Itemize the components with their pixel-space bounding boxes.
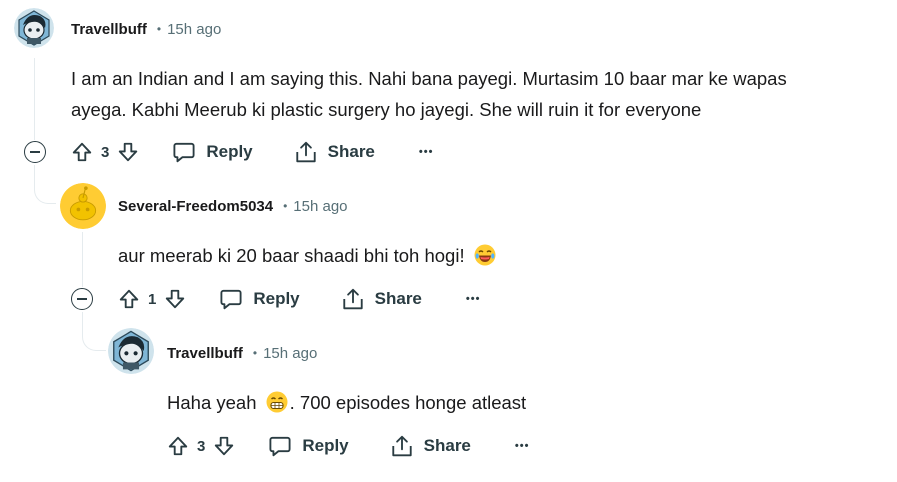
more-options-button[interactable]: ••• [419, 146, 434, 158]
thread-curve-2 [82, 325, 106, 351]
share-button[interactable]: Share [341, 287, 422, 311]
share-label: Share [327, 142, 375, 161]
timestamp[interactable]: 15h ago [293, 198, 347, 215]
reply-icon [219, 287, 243, 311]
comment-text: aur meerab ki 20 baar shaadi bhi toh hog… [118, 245, 465, 266]
share-icon [294, 140, 318, 164]
comment-body: I am an Indian and I am saying this. Nah… [71, 63, 891, 125]
upvote-button[interactable] [167, 435, 189, 457]
comment-body: Haha yeah . 700 episodes honge atleast [167, 387, 867, 418]
downvote-icon [213, 435, 235, 457]
comment-line: ayega. Kabhi Meerub ki plastic surgery h… [71, 99, 702, 120]
comment-meta: Several-Freedom5034 • 15h ago [118, 195, 348, 217]
comment-line: I am an Indian and I am saying this. Nah… [71, 68, 787, 89]
comment-actions: 3 Reply Share ••• [71, 136, 433, 168]
upvote-button[interactable] [118, 288, 140, 310]
vote-count: 1 [148, 290, 157, 308]
downvote-button[interactable] [117, 141, 139, 163]
comment-text: . 700 episodes honge atleast [289, 392, 527, 413]
author-name[interactable]: Several-Freedom5034 [118, 198, 273, 215]
collapse-thread-button[interactable] [24, 141, 46, 163]
reply-label: Reply [302, 436, 349, 455]
share-label: Share [374, 289, 422, 308]
thread-curve-1 [34, 180, 56, 204]
comment-text: Haha yeah [167, 392, 257, 413]
meta-separator: • [283, 199, 288, 213]
reply-icon [268, 434, 292, 458]
reply-label: Reply [253, 289, 300, 308]
collapse-thread-button[interactable] [71, 288, 93, 310]
upvote-button[interactable] [71, 141, 93, 163]
thread-line-1 [34, 58, 35, 140]
share-button[interactable]: Share [390, 434, 471, 458]
author-name[interactable]: Travellbuff [71, 21, 147, 38]
share-label: Share [423, 436, 471, 455]
comment-actions: 3 Reply Share ••• [167, 430, 529, 462]
author-name[interactable]: Travellbuff [167, 345, 243, 362]
meta-separator: • [252, 346, 258, 360]
comment-meta: Travellbuff • 15h ago [167, 342, 317, 364]
reply-button[interactable]: Reply [219, 287, 300, 311]
thread-line-2 [82, 232, 83, 287]
more-options-button[interactable]: ••• [466, 293, 481, 305]
timestamp[interactable]: 15h ago [167, 21, 221, 38]
comment-meta: Travellbuff • 15h ago [71, 18, 221, 40]
user-avatar[interactable] [14, 8, 54, 48]
comment-actions: 1 Reply Share ••• [118, 283, 480, 315]
reply-button[interactable]: Reply [172, 140, 253, 164]
downvote-icon [164, 288, 186, 310]
timestamp[interactable]: 15h ago [263, 345, 317, 362]
upvote-icon [71, 141, 93, 163]
comment-body: aur meerab ki 20 baar shaadi bhi toh hog… [118, 240, 818, 271]
user-avatar[interactable] [108, 328, 154, 374]
vote-count: 3 [197, 437, 206, 455]
reply-icon [172, 140, 196, 164]
laughing-tears-emoji-icon [474, 244, 496, 266]
meta-separator: • [156, 22, 162, 36]
reply-label: Reply [206, 142, 253, 161]
downvote-icon [117, 141, 139, 163]
share-icon [390, 434, 414, 458]
more-options-button[interactable]: ••• [515, 440, 530, 452]
upvote-icon [118, 288, 140, 310]
downvote-button[interactable] [213, 435, 235, 457]
vote-count: 3 [101, 143, 110, 161]
grinning-emoji-icon [266, 391, 288, 413]
downvote-button[interactable] [164, 288, 186, 310]
share-button[interactable]: Share [294, 140, 375, 164]
share-icon [341, 287, 365, 311]
user-avatar[interactable] [60, 183, 106, 229]
reply-button[interactable]: Reply [268, 434, 349, 458]
upvote-icon [167, 435, 189, 457]
